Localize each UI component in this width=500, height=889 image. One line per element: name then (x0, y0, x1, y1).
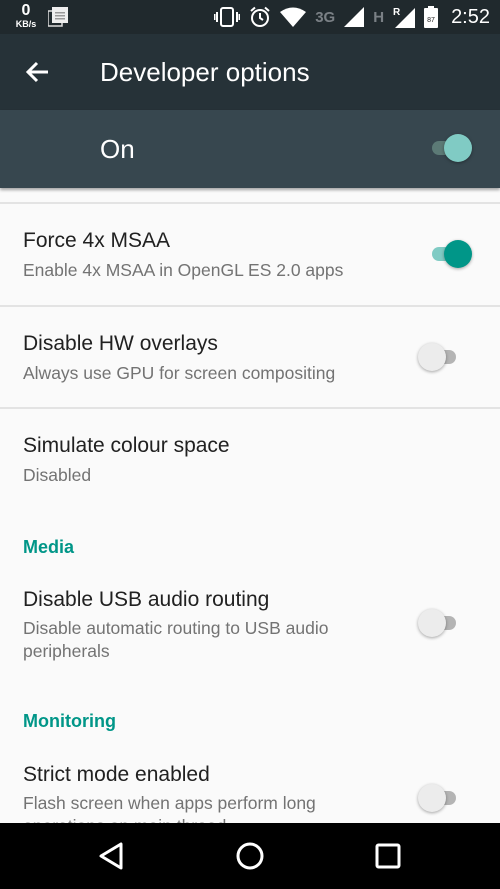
clock: 2:52 (451, 5, 490, 28)
nav-recents-button[interactable] (368, 836, 408, 876)
alarm-icon (249, 6, 271, 28)
page-title: Developer options (100, 57, 310, 87)
pref-summary: Disable automatic routing to USB audio p… (23, 618, 329, 661)
vibrate-icon (214, 7, 241, 27)
network-speed-indicator: 0 KB/s (12, 3, 40, 29)
pref-disable-hw-overlays[interactable]: Disable HW overlays Always use GPU for s… (0, 307, 500, 407)
disable-hw-overlays-toggle[interactable] (418, 343, 464, 371)
pref-force-4x-msaa[interactable]: Force 4x MSAA Enable 4x MSAA in OpenGL E… (0, 204, 500, 306)
signal-icon (344, 7, 365, 27)
signal-roaming-icon: R (393, 6, 416, 28)
net-speed-value: 0 (21, 2, 31, 19)
app-bar: Developer options (0, 34, 500, 110)
pref-title: Disable USB audio routing (23, 588, 270, 611)
switch-thumb (418, 784, 446, 812)
circle-home-icon (236, 842, 264, 870)
network-type-3g: 3G (315, 8, 336, 26)
pref-strict-mode-enabled[interactable]: Strict mode enabled Flash screen when ap… (0, 743, 500, 823)
back-button[interactable] (22, 56, 54, 88)
master-switch-label: On (100, 134, 135, 164)
master-switch-toggle[interactable] (428, 134, 474, 162)
strict-mode-toggle[interactable] (418, 784, 464, 812)
battery-level: 87 (427, 17, 435, 24)
force-msaa-toggle[interactable] (428, 240, 474, 268)
net-speed-unit: KB/s (15, 19, 37, 29)
pref-summary: Always use GPU for screen compositing (23, 363, 336, 383)
nav-back-button[interactable] (92, 836, 132, 876)
network-type-h: H (373, 8, 385, 26)
navigation-bar (0, 823, 500, 889)
category-monitoring: Monitoring (23, 711, 116, 731)
switch-thumb (418, 609, 446, 637)
pref-title: Force 4x MSAA (23, 229, 171, 252)
status-bar: 0 KB/s 3G H R 87 2:52 (0, 0, 500, 34)
pref-summary: Flash screen when apps perform long oper… (23, 793, 316, 823)
wifi-icon (280, 7, 307, 27)
square-recents-icon (375, 843, 401, 869)
switch-thumb (444, 240, 472, 268)
battery-icon: 87 (424, 6, 439, 28)
nav-home-button[interactable] (230, 836, 270, 876)
pref-disable-usb-audio-routing[interactable]: Disable USB audio routing Disable automa… (0, 568, 500, 678)
preferences-list[interactable]: Force 4x MSAA Enable 4x MSAA in OpenGL E… (0, 188, 500, 823)
disable-usb-audio-toggle[interactable] (418, 609, 464, 637)
pref-title: Strict mode enabled (23, 763, 210, 786)
pref-summary: Disabled (23, 465, 92, 485)
category-media: Media (23, 537, 75, 557)
notification-icon (47, 7, 68, 27)
pref-simulate-colour-space[interactable]: Simulate colour space Disabled (0, 409, 500, 499)
switch-thumb (418, 343, 446, 371)
arrow-left-icon (25, 61, 48, 83)
pref-title: Disable HW overlays (23, 332, 218, 355)
master-switch-bar[interactable]: On (0, 110, 500, 188)
roaming-indicator: R (393, 7, 401, 18)
pref-summary: Enable 4x MSAA in OpenGL ES 2.0 apps (23, 260, 344, 280)
switch-thumb (444, 134, 472, 162)
triangle-back-icon (99, 842, 123, 870)
pref-title: Simulate colour space (23, 434, 230, 457)
